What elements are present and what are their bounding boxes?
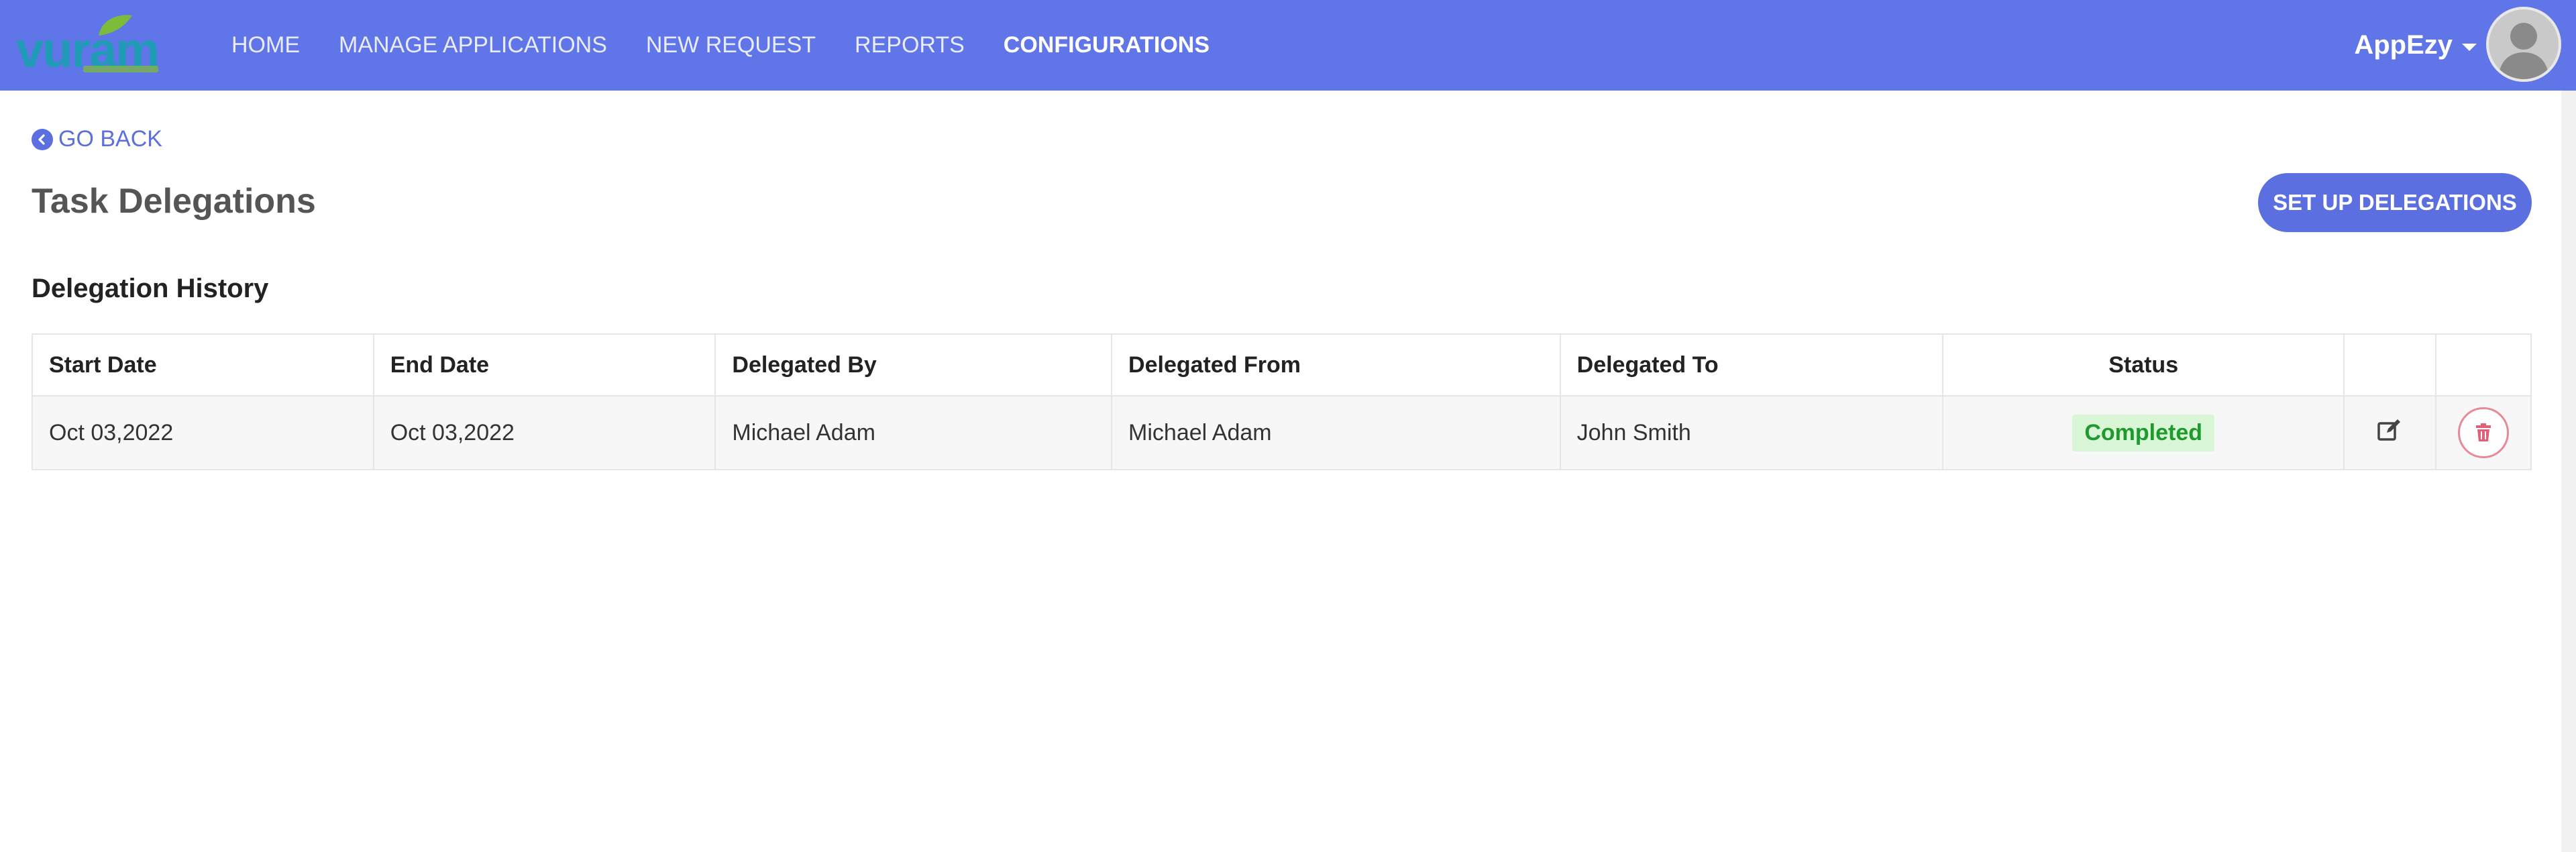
cell-delete bbox=[2434, 395, 2532, 470]
cell-status: Completed bbox=[1942, 395, 2345, 470]
header-delete bbox=[2434, 333, 2532, 396]
trash-icon bbox=[2475, 423, 2491, 441]
nav-reports[interactable]: REPORTS bbox=[855, 32, 965, 58]
table-row: Oct 03,2022 Oct 03,2022 Michael Adam Mic… bbox=[32, 395, 2532, 470]
page-title: Task Delegations bbox=[32, 182, 316, 221]
cell-delegated-by: Michael Adam bbox=[714, 395, 1113, 470]
header-delegated-from[interactable]: Delegated From bbox=[1111, 333, 1561, 396]
delete-button[interactable] bbox=[2457, 407, 2509, 458]
vuram-logo[interactable]: vuram bbox=[16, 12, 170, 79]
header-edit bbox=[2343, 333, 2436, 396]
cell-delegated-to: John Smith bbox=[1559, 395, 1944, 470]
cell-edit bbox=[2343, 395, 2436, 470]
cell-start-date: Oct 03,2022 bbox=[32, 395, 374, 470]
nav-new-request[interactable]: NEW REQUEST bbox=[646, 32, 816, 58]
delegation-history-table: Start Date End Date Delegated By Delegat… bbox=[32, 333, 2532, 470]
page-scrollbar[interactable] bbox=[2561, 91, 2576, 852]
cell-end-date: Oct 03,2022 bbox=[372, 395, 716, 470]
header-delegated-by[interactable]: Delegated By bbox=[714, 333, 1113, 396]
logo-tagline-bar bbox=[83, 66, 158, 72]
nav-home[interactable]: HOME bbox=[231, 32, 300, 58]
user-name: AppEzy bbox=[2354, 30, 2453, 60]
nav-configurations[interactable]: CONFIGURATIONS bbox=[1004, 32, 1210, 58]
caret-down-icon bbox=[2462, 44, 2477, 51]
status-badge: Completed bbox=[2072, 414, 2214, 451]
table-header-row: Start Date End Date Delegated By Delegat… bbox=[32, 333, 2532, 396]
header-status[interactable]: Status bbox=[1942, 333, 2345, 396]
user-menu[interactable]: AppEzy bbox=[2354, 0, 2497, 91]
leaf-icon bbox=[99, 15, 132, 36]
main-nav: HOME MANAGE APPLICATIONS NEW REQUEST REP… bbox=[231, 0, 1248, 91]
set-up-delegations-button[interactable]: SET UP DELEGATIONS bbox=[2258, 173, 2532, 232]
user-avatar-icon[interactable] bbox=[2486, 7, 2561, 82]
header-delegated-to[interactable]: Delegated To bbox=[1559, 333, 1944, 396]
section-title-delegation-history: Delegation History bbox=[32, 274, 269, 303]
edit-icon[interactable] bbox=[2376, 417, 2403, 449]
top-navbar: vuram HOME MANAGE APPLICATIONS NEW REQUE… bbox=[0, 0, 2576, 91]
header-start-date[interactable]: Start Date bbox=[32, 333, 374, 396]
chevron-left-circle-icon bbox=[32, 128, 53, 150]
go-back-link[interactable]: GO BACK bbox=[32, 126, 162, 152]
cell-delegated-from: Michael Adam bbox=[1111, 395, 1561, 470]
nav-manage-applications[interactable]: MANAGE APPLICATIONS bbox=[339, 32, 607, 58]
go-back-label: GO BACK bbox=[58, 126, 162, 152]
header-end-date[interactable]: End Date bbox=[372, 333, 716, 396]
